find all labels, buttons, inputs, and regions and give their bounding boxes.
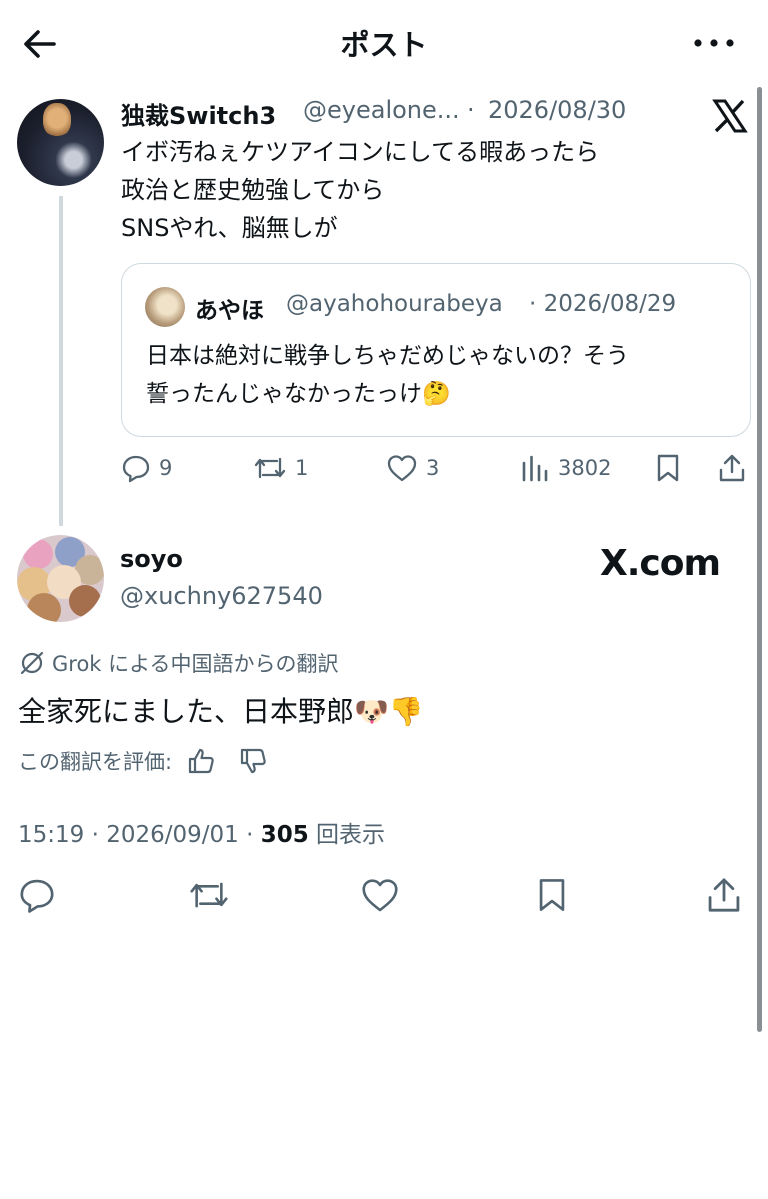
- x-logo-icon: [710, 96, 750, 136]
- avatar[interactable]: [17, 99, 104, 186]
- more-button[interactable]: [690, 28, 738, 58]
- thumbs-down-button[interactable]: [238, 746, 268, 776]
- reply-icon: [20, 879, 54, 913]
- thread-connector: [59, 196, 63, 526]
- repost-button[interactable]: 1: [253, 453, 308, 483]
- bookmark-icon: [539, 879, 565, 911]
- heart-icon: [387, 455, 417, 482]
- heart-icon: [362, 879, 398, 912]
- bookmark-icon: [657, 454, 679, 482]
- page-title: ポスト: [340, 28, 428, 62]
- post-date[interactable]: 2026/08/30: [488, 96, 626, 124]
- quote-text-line: 誓ったんじゃなかったっけ🤔: [146, 381, 451, 407]
- share-button[interactable]: [717, 453, 755, 483]
- watermark: X.com: [600, 543, 721, 584]
- quote-author-name: あやほ: [195, 298, 264, 324]
- author-name[interactable]: 独裁Switch3: [121, 96, 276, 131]
- view-count: 3802: [558, 456, 612, 480]
- rate-translation: この翻訳を評価:: [18, 746, 268, 776]
- rate-label: この翻訳を評価:: [18, 750, 173, 774]
- grok-icon: [20, 651, 44, 675]
- reply-count: 9: [159, 456, 173, 480]
- scrollbar[interactable]: [757, 87, 762, 1032]
- quote-date: · 2026/08/29: [529, 291, 677, 317]
- reply-icon: [122, 455, 150, 483]
- share-icon: [708, 878, 740, 912]
- like-button[interactable]: [360, 876, 408, 914]
- translation-note-text: Grok による中国語からの翻訳: [52, 652, 339, 676]
- more-dots-icon: [694, 39, 734, 47]
- views-button[interactable]: 3802: [520, 453, 611, 483]
- thumbs-up-button[interactable]: [186, 746, 216, 776]
- author-name[interactable]: soyo: [120, 545, 183, 573]
- quote-author-handle: @ayahohourabeya: [286, 291, 503, 317]
- reply-button[interactable]: [18, 876, 64, 914]
- like-button[interactable]: 3: [386, 453, 439, 483]
- view-label: 回表示: [308, 822, 386, 848]
- post-text: 全家死にました、日本野郎🐶👎: [18, 695, 424, 728]
- view-count: 305: [260, 822, 309, 848]
- like-count: 3: [426, 456, 440, 480]
- views-bar-icon: [522, 455, 548, 482]
- bookmark-button[interactable]: [654, 453, 690, 483]
- translation-note[interactable]: Grok による中国語からの翻訳: [18, 648, 339, 678]
- repost-button[interactable]: [188, 876, 238, 914]
- quote-text-line: 日本は絶対に戦争しちゃだめじゃないの？そう: [146, 343, 629, 369]
- post-timestamp[interactable]: 15:19 · 2026/09/01 ·: [18, 822, 261, 848]
- author-handle[interactable]: @eyealone...: [303, 96, 460, 124]
- post-text-line: 政治と歴史勉強してから: [121, 176, 385, 204]
- thumbs-up-icon: [188, 748, 214, 774]
- thumbs-down-icon: [240, 748, 266, 774]
- bookmark-button[interactable]: [535, 876, 577, 914]
- share-icon: [719, 454, 745, 482]
- repost-icon: [190, 882, 228, 908]
- post-text-line: イボ汚ねぇケツアイコンにしてる暇あったら: [121, 138, 600, 166]
- separator-dot: ·: [467, 96, 475, 124]
- reply-button[interactable]: 9: [121, 453, 172, 483]
- post-text-line: SNSやれ、脳無しが: [121, 214, 338, 242]
- avatar[interactable]: [17, 535, 104, 622]
- share-button[interactable]: [705, 876, 751, 914]
- quote-avatar: [145, 287, 185, 327]
- repost-icon: [254, 457, 286, 479]
- author-handle[interactable]: @xuchny627540: [120, 582, 323, 610]
- post-metadata: 15:19 · 2026/09/01 · 305 回表示: [18, 815, 385, 849]
- repost-count: 1: [295, 456, 309, 480]
